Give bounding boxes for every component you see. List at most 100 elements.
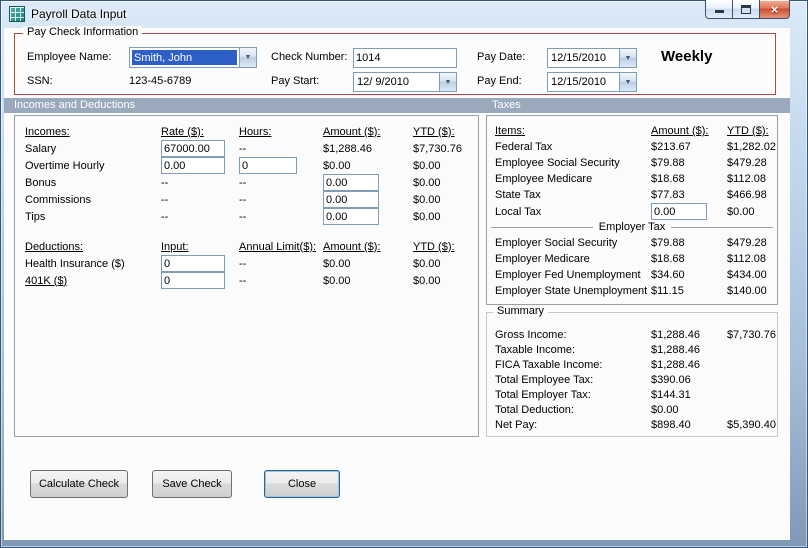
salary-amount: $1,288.46 xyxy=(323,142,372,155)
income-label: Bonus xyxy=(25,176,57,189)
tax-label: Employer State Unemployment xyxy=(495,285,648,297)
commissions-hours: -- xyxy=(239,193,247,206)
tax-row-local: Local Tax $0.00 xyxy=(487,203,777,220)
401k-amount: $0.00 xyxy=(323,274,351,287)
bonus-amount-input[interactable] xyxy=(323,174,379,191)
minimize-button[interactable] xyxy=(705,0,733,19)
salary-hours: -- xyxy=(239,142,247,155)
overtime-ytd: $0.00 xyxy=(413,159,441,172)
close-icon: × xyxy=(770,1,779,17)
pay-start-datepicker[interactable]: 12/ 9/2010 ▼ xyxy=(353,72,457,92)
tax-row-employee-social-security: Employee Social Security $79.88 $479.28 xyxy=(487,155,777,171)
incomes-deductions-panel: Incomes: Rate ($): Hours: Amount ($): YT… xyxy=(14,115,479,437)
tax-row-employer-state-unemployment: Employer State Unemployment $11.15 $140.… xyxy=(487,283,777,299)
salary-rate-input[interactable] xyxy=(161,140,225,157)
summary-legend: Summary xyxy=(493,305,549,317)
dialog-client-area: Pay Check Information Employee Name: Smi… xyxy=(4,26,790,540)
close-window-button[interactable]: × xyxy=(759,0,790,19)
employer-ss-ytd: $479.28 xyxy=(727,237,767,249)
close-button[interactable]: Close xyxy=(264,470,340,498)
tax-label: Employer Medicare xyxy=(495,253,590,265)
summary-label: FICA Taxable Income: xyxy=(495,358,603,371)
tips-amount-input[interactable] xyxy=(323,208,379,225)
taxable-income-amount: $1,288.46 xyxy=(651,343,700,356)
deduction-row-401k: 401K ($) -- $0.00 $0.00 xyxy=(15,272,478,289)
federal-tax-ytd: $1,282.02 xyxy=(727,141,776,153)
overtime-amount: $0.00 xyxy=(323,159,351,172)
employer-medicare-ytd: $112.08 xyxy=(727,253,766,265)
summary-label: Total Employer Tax: xyxy=(495,388,591,401)
employee-name-label: Employee Name: xyxy=(27,51,112,63)
overtime-hours-input[interactable] xyxy=(239,157,297,174)
tax-row-employer-social-security: Employer Social Security $79.88 $479.28 xyxy=(487,235,777,251)
401k-input[interactable] xyxy=(161,272,225,289)
bonus-rate: -- xyxy=(161,176,169,189)
deduction-label-401k-link[interactable]: 401K ($) xyxy=(25,275,67,287)
commissions-amount-input[interactable] xyxy=(323,191,379,208)
taxes-section-title: Taxes xyxy=(492,99,521,111)
tax-ytd-col-header: YTD ($): xyxy=(727,125,769,137)
overtime-rate-input[interactable] xyxy=(161,157,225,174)
gross-income-amount: $1,288.46 xyxy=(651,328,700,341)
pay-frequency-label: Weekly xyxy=(661,48,713,65)
tax-label: Employee Social Security xyxy=(495,157,620,169)
deduction-ytd-col-header: YTD ($): xyxy=(413,240,455,253)
maximize-button[interactable] xyxy=(732,0,760,19)
pay-start-dropdown-button[interactable]: ▼ xyxy=(439,73,456,91)
pay-end-label: Pay End: xyxy=(477,75,522,87)
employer-tax-separator: Employer Tax xyxy=(487,219,777,235)
state-tax-ytd: $466.98 xyxy=(727,189,767,201)
health-insurance-ytd: $0.00 xyxy=(413,257,441,270)
employee-name-value: Smith, John xyxy=(132,50,237,65)
401k-ytd: $0.00 xyxy=(413,274,441,287)
employee-name-dropdown-button[interactable]: ▼ xyxy=(239,48,256,67)
tips-ytd: $0.00 xyxy=(413,210,441,223)
commissions-ytd: $0.00 xyxy=(413,193,441,206)
separator-line xyxy=(671,226,773,228)
pay-date-datepicker[interactable]: 12/15/2010 ▼ xyxy=(547,48,637,68)
health-insurance-input[interactable] xyxy=(161,255,225,272)
tax-label: Local Tax xyxy=(495,205,542,218)
fica-taxable-income-amount: $1,288.46 xyxy=(651,358,700,371)
summary-label: Total Employee Tax: xyxy=(495,373,594,386)
taxes-header-row: Items: Amount ($): YTD ($): xyxy=(487,123,777,139)
section-header-band: Incomes and Deductions Taxes xyxy=(4,98,790,113)
summary-row-gross-income: Gross Income: $1,288.46 $7,730.76 xyxy=(487,327,777,342)
app-icon xyxy=(9,6,25,22)
employer-suta-amount: $11.15 xyxy=(651,285,684,297)
tax-row-employer-fed-unemployment: Employer Fed Unemployment $34.60 $434.00 xyxy=(487,267,777,283)
chevron-down-icon: ▼ xyxy=(624,78,632,86)
payroll-data-input-window: Payroll Data Input × Pay Check Informati… xyxy=(0,0,808,548)
employee-medicare-ytd: $112.08 xyxy=(727,173,766,185)
deduction-row-health-insurance: Health Insurance ($) -- $0.00 $0.00 xyxy=(15,255,478,272)
pay-end-datepicker[interactable]: 12/15/2010 ▼ xyxy=(547,72,637,92)
calculate-check-button[interactable]: Calculate Check xyxy=(30,470,128,498)
employer-medicare-amount: $18.68 xyxy=(651,253,685,265)
pay-end-dropdown-button[interactable]: ▼ xyxy=(619,73,636,91)
total-employer-tax-amount: $144.31 xyxy=(651,388,691,401)
taxes-panel: Items: Amount ($): YTD ($): Federal Tax … xyxy=(486,115,778,305)
income-label: Overtime Hourly xyxy=(25,159,105,172)
deductions-header-row: Deductions: Input: Annual Limit($): Amou… xyxy=(15,238,478,255)
hours-col-header: Hours: xyxy=(239,125,272,138)
employee-ss-ytd: $479.28 xyxy=(727,157,767,169)
tax-label: Employer Social Security xyxy=(495,237,618,249)
employer-futa-amount: $34.60 xyxy=(651,269,685,281)
tips-rate: -- xyxy=(161,210,169,223)
pay-date-dropdown-button[interactable]: ▼ xyxy=(619,49,636,67)
tax-label: Employer Fed Unemployment xyxy=(495,269,641,281)
local-tax-input[interactable] xyxy=(651,203,707,220)
employee-name-combobox[interactable]: Smith, John ▼ xyxy=(129,47,257,68)
tax-label: State Tax xyxy=(495,189,541,201)
summary-label: Net Pay: xyxy=(495,418,538,431)
summary-label: Taxable Income: xyxy=(495,343,576,356)
check-number-label: Check Number: xyxy=(271,51,348,63)
chevron-down-icon: ▼ xyxy=(444,78,452,86)
titlebar[interactable]: Payroll Data Input × xyxy=(0,0,808,28)
employer-ss-amount: $79.88 xyxy=(651,237,685,249)
save-check-button[interactable]: Save Check xyxy=(152,470,232,498)
check-number-input[interactable] xyxy=(353,48,457,68)
employer-futa-ytd: $434.00 xyxy=(727,269,767,281)
tax-row-state: State Tax $77.83 $466.98 xyxy=(487,187,777,203)
